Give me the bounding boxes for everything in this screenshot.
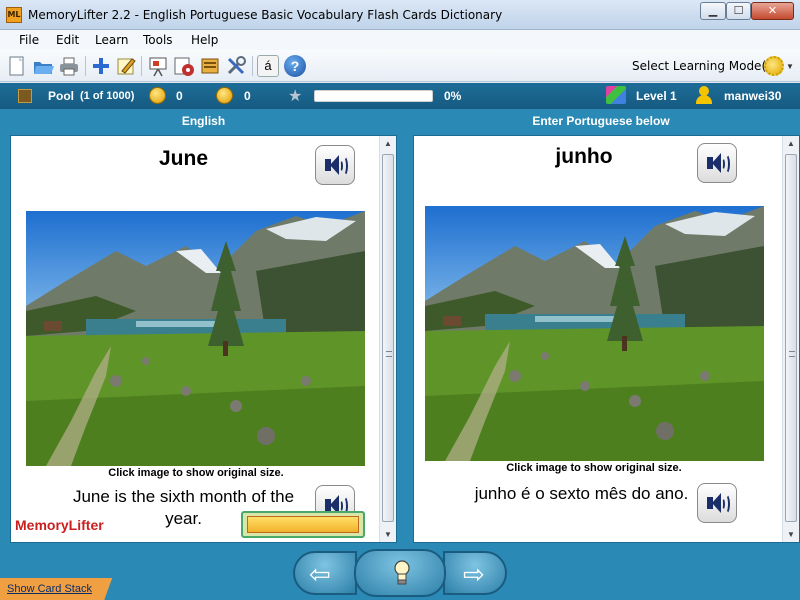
speaker-icon[interactable]: [315, 145, 355, 185]
scroll-up-icon[interactable]: ▲: [384, 139, 392, 148]
menu-file[interactable]: File: [19, 33, 39, 47]
landscape-picture: [26, 211, 365, 466]
scroll-down-icon[interactable]: ▼: [787, 530, 795, 539]
previous-card-button[interactable]: ⇦: [293, 551, 357, 595]
window-title: MemoryLifter 2.2 - English Portuguese Ba…: [28, 8, 503, 22]
title-bar: ML MemoryLifter 2.2 - English Portuguese…: [0, 0, 800, 30]
progress-percent: 0%: [444, 89, 462, 103]
presentation-icon[interactable]: [147, 55, 169, 77]
toolbar-separator: [252, 56, 253, 76]
hint-button[interactable]: [354, 549, 446, 597]
menu-help[interactable]: Help: [191, 33, 218, 47]
media-icon[interactable]: [173, 55, 195, 77]
star-icon: ★: [288, 88, 303, 105]
show-card-stack-link[interactable]: Show Card Stack: [7, 583, 92, 595]
chevron-down-icon[interactable]: ▼: [786, 62, 794, 71]
new-icon[interactable]: [6, 55, 28, 77]
menu-edit[interactable]: Edit: [56, 33, 79, 47]
arrow-left-icon: ⇦: [309, 559, 331, 589]
pool-icon: [18, 89, 32, 103]
add-icon[interactable]: [90, 55, 112, 77]
settings-icon[interactable]: [225, 55, 247, 77]
level-icon: [606, 86, 626, 104]
arrow-right-icon: ⇨: [463, 559, 485, 589]
next-card-button[interactable]: ⇨: [443, 551, 507, 595]
app-icon: ML: [6, 7, 22, 23]
wrong-smiley-icon: [216, 87, 233, 104]
correct-count: 0: [176, 89, 183, 103]
right-scrollbar[interactable]: ▲ ▼: [782, 136, 799, 542]
example-sentence: junho é o sexto mês do ano.: [474, 484, 689, 503]
sentence-speaker-icon[interactable]: [697, 483, 737, 523]
minimize-button[interactable]: ▁: [700, 2, 726, 20]
menu-tools[interactable]: Tools: [143, 33, 173, 47]
help-icon[interactable]: ?: [284, 55, 306, 77]
answer-card: junho Click image to show original size.…: [413, 135, 800, 543]
wrong-count: 0: [244, 89, 251, 103]
question-word: June: [158, 147, 208, 170]
status-bar: Pool (1 of 1000) 0 0 ★ 0% Level 1 manwei…: [0, 83, 800, 109]
correct-smiley-icon: [149, 87, 166, 104]
close-button[interactable]: ✕: [751, 2, 794, 20]
left-column-header: English: [181, 114, 226, 128]
speaker-icon[interactable]: [697, 143, 737, 183]
edit-icon[interactable]: [115, 55, 137, 77]
open-icon[interactable]: [32, 55, 54, 77]
level-label: Level 1: [636, 89, 677, 103]
progress-bar: [314, 90, 433, 102]
image-caption: Click image to show original size.: [108, 467, 284, 479]
question-card: June Click image to show original size. …: [10, 135, 397, 543]
svg-text:MemoryLifter: MemoryLifter: [15, 517, 104, 533]
menu-learn[interactable]: Learn: [95, 33, 129, 47]
print-icon[interactable]: [58, 55, 80, 77]
scroll-down-icon[interactable]: ▼: [384, 530, 392, 539]
learning-mode-label[interactable]: Select Learning Mode(s): [632, 59, 777, 73]
toolbar-separator: [141, 56, 142, 76]
card-image[interactable]: [26, 211, 365, 466]
pool-label: Pool: [48, 89, 74, 103]
maximize-button[interactable]: ☐: [726, 2, 751, 20]
menu-bar: File Edit Learn Tools Help: [0, 30, 800, 50]
lightbulb-icon: [394, 560, 410, 585]
toolbar-separator: [85, 56, 86, 76]
toolbar: á ? Select Learning Mode(s): [0, 50, 800, 82]
landscape-picture: [425, 206, 764, 461]
character-icon[interactable]: á: [257, 55, 279, 77]
pool-count: (1 of 1000): [80, 90, 135, 102]
user-name: manwei30: [724, 89, 782, 103]
scroll-up-icon[interactable]: ▲: [787, 139, 795, 148]
user-icon: [696, 86, 712, 104]
left-scrollbar[interactable]: ▲ ▼: [379, 136, 396, 542]
card-icon[interactable]: [199, 55, 221, 77]
learning-mode-icon[interactable]: [764, 56, 784, 76]
scroll-thumb[interactable]: [382, 154, 394, 522]
memorylifter-logo: [241, 511, 365, 538]
memorylifter-logo-text: MemoryLifter: [15, 517, 104, 533]
scroll-thumb[interactable]: [785, 154, 797, 522]
card-image[interactable]: [425, 206, 764, 461]
image-caption: Click image to show original size.: [506, 462, 682, 474]
right-column-header: Enter Portuguese below: [532, 114, 670, 128]
